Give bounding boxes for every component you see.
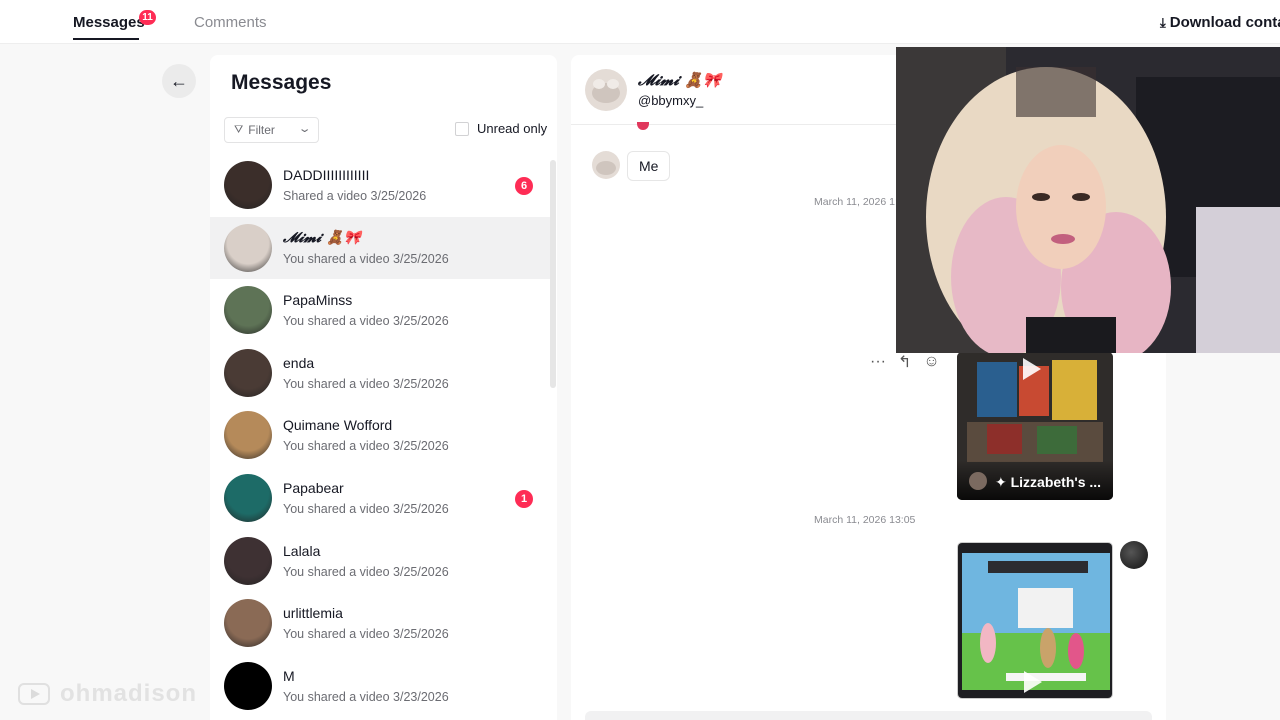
conversation-preview: You shared a video 3/25/2026 (283, 314, 449, 329)
more-options-icon[interactable]: ··· (870, 353, 886, 371)
unread-count-badge: 6 (515, 177, 533, 195)
conversation-item[interactable]: enda You shared a video 3/25/2026 (210, 342, 550, 405)
message-sender-avatar[interactable] (592, 151, 620, 179)
video-author-avatar (969, 472, 987, 490)
watermark-text: ohmadison (60, 680, 198, 707)
conversation-preview: You shared a video 3/25/2026 (283, 376, 449, 391)
avatar (224, 599, 272, 648)
conversation-item[interactable]: 𝓜𝓲𝓶𝓲 🧸🎀 You shared a video 3/25/2026 (210, 216, 550, 280)
avatar (224, 223, 272, 272)
chevron-down-icon: ⌄ (297, 123, 312, 135)
tab-comments[interactable]: Comments (194, 14, 267, 31)
conversation-preview: You shared a video 3/25/2026 (283, 501, 449, 516)
unread-count-badge: 1 (515, 489, 533, 508)
avatar-image (585, 69, 627, 111)
message-timestamp: March 11, 2026 1: (814, 196, 898, 208)
download-icon: ⤓ (1160, 15, 1166, 30)
avatar-image (592, 151, 620, 179)
conversation-list-panel: Messages ⛛ Filter ⌄ Unread only DADDIIII… (210, 55, 557, 720)
conversation-name: enda (283, 354, 315, 371)
arrow-left-icon: ← (170, 70, 188, 91)
tab-messages-label: Messages (73, 14, 145, 31)
youtube-icon (18, 683, 50, 705)
my-avatar[interactable] (1120, 541, 1148, 569)
download-label: Download conta (1169, 14, 1280, 31)
play-icon (1024, 671, 1042, 693)
webcam-overlay (896, 47, 1280, 353)
play-icon (1023, 358, 1041, 380)
top-bar: Messages 11 Comments ⤓ Download conta (0, 0, 1280, 44)
avatar (224, 348, 272, 397)
conversation-name: Lalala (283, 542, 321, 559)
unread-only-label: Unread only (477, 121, 548, 136)
tab-comments-label: Comments (194, 14, 267, 31)
webcam-video (896, 47, 1280, 353)
conversation-preview: You shared a video 3/25/2026 (283, 627, 449, 642)
conversation-name: Papabear (283, 479, 344, 496)
conversation-name: DADDIIIIIIIIIIII (283, 167, 370, 183)
conversation-name: Quimane Wofford (283, 417, 393, 434)
avatar (224, 661, 272, 710)
channel-watermark: ohmadison (18, 680, 197, 708)
shared-content-thumbnail (637, 122, 649, 130)
avatar (224, 161, 272, 209)
messages-count-badge: 11 (139, 10, 156, 25)
active-tab-underline (73, 38, 139, 40)
conversation-item[interactable]: urlittlemia You shared a video 3/25/2026 (210, 592, 550, 655)
conversation-preview: You shared a video 3/25/2026 (283, 439, 449, 454)
conversation-item[interactable]: PapaMinss You shared a video 3/25/2026 (210, 279, 550, 342)
list-scrollbar[interactable] (550, 160, 556, 388)
avatar (224, 536, 272, 585)
filter-label: Filter (248, 123, 275, 137)
chat-contact-handle[interactable]: @bbymxy_ (638, 93, 703, 108)
shared-video-card[interactable] (957, 542, 1113, 699)
conversation-name: urlittlemia (283, 605, 343, 622)
conversation-name: 𝓜𝓲𝓶𝓲 🧸🎀 (283, 229, 361, 246)
chat-avatar[interactable] (585, 69, 627, 111)
conversation-list: DADDIIIIIIIIIIII Shared a video 3/25/2026… (210, 154, 550, 717)
unread-only-toggle[interactable]: Unread only (455, 121, 547, 136)
conversation-name: PapaMinss (283, 292, 353, 309)
reply-icon[interactable]: ↰ (898, 352, 911, 372)
message-bubble: Me (627, 151, 671, 181)
message-actions: ··· ↰ ☺ (870, 352, 940, 372)
conversation-item[interactable]: Quimane Wofford You shared a video 3/25/2… (210, 404, 550, 467)
tab-messages[interactable]: Messages 11 (73, 10, 156, 40)
back-button[interactable]: ← (162, 64, 196, 98)
unread-only-checkbox[interactable] (455, 121, 469, 136)
download-button[interactable]: ⤓ Download conta (1160, 14, 1280, 31)
conversation-name: M (283, 667, 295, 684)
avatar (224, 411, 272, 460)
conversation-preview: Shared a video 3/25/2026 (283, 189, 427, 203)
filter-dropdown[interactable]: ⛛ Filter ⌄ (224, 117, 319, 143)
shared-video-card[interactable]: ✦ Lizzabeth's ... (957, 352, 1113, 500)
conversation-item[interactable]: M You shared a video 3/23/2026 (210, 655, 550, 718)
conversation-preview: You shared a video 3/23/2026 (283, 689, 449, 704)
conversation-item[interactable]: Lalala You shared a video 3/25/2026 (210, 530, 550, 593)
conversation-preview: You shared a video 3/25/2026 (283, 251, 449, 266)
avatar (224, 473, 272, 522)
conversation-item[interactable]: DADDIIIIIIIIIIII Shared a video 3/25/2026… (210, 154, 550, 217)
message-composer[interactable] (585, 711, 1152, 720)
message-timestamp: March 11, 2026 13:05 (814, 514, 916, 526)
avatar (224, 286, 272, 335)
emoji-react-icon[interactable]: ☺ (923, 353, 939, 371)
conversation-item[interactable]: Papabear You shared a video 3/25/2026 1 (210, 467, 550, 530)
chat-contact-name: 𝓜𝓲𝓶𝓲 🧸🎀 (638, 71, 722, 89)
filter-icon: ⛛ (234, 123, 244, 136)
list-title: Messages (231, 71, 332, 94)
conversation-preview: You shared a video 3/25/2026 (283, 564, 449, 579)
